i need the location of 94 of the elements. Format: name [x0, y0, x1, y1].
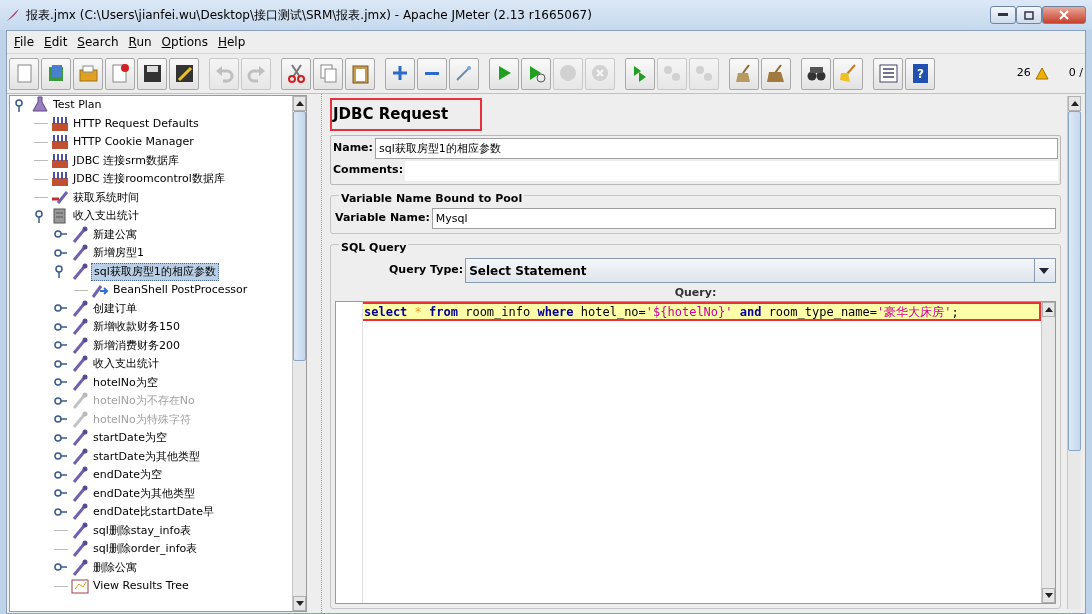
tree-item[interactable]: HTTP Request Defaults	[71, 115, 201, 132]
warning-count: 26	[1016, 65, 1031, 82]
tree-item[interactable]: endDate为空	[91, 467, 164, 484]
minimize-button[interactable]	[990, 6, 1016, 24]
menu-item[interactable]: Edit	[39, 33, 73, 51]
name-field[interactable]: sql获取房型1的相应参数	[374, 138, 1058, 159]
clipboard-icon	[349, 63, 371, 84]
floppy-disk-button[interactable]	[137, 57, 167, 90]
scissors-button[interactable]	[281, 57, 311, 90]
variable-name-field[interactable]: Mysql	[431, 207, 1056, 229]
folder-icon	[77, 63, 99, 84]
close-file-icon	[109, 63, 131, 84]
field-label: Query:	[673, 284, 718, 301]
tree-item[interactable]: 创建订单	[91, 300, 139, 317]
close-file-button[interactable]	[105, 57, 135, 90]
tree-item[interactable]: sql获取房型1的相应参数	[91, 262, 219, 281]
stop-icon	[589, 63, 611, 84]
thread-count: 0 /	[1068, 65, 1083, 82]
wand-button[interactable]	[449, 57, 479, 90]
broom-button[interactable]	[729, 57, 759, 90]
tree-item[interactable]: HTTP Cookie Manager	[71, 134, 196, 151]
play-button[interactable]	[489, 57, 519, 90]
query-type-dropdown[interactable]: Select Statement	[465, 258, 1056, 283]
tree-item[interactable]: BeanShell PostProcessor	[111, 282, 250, 299]
broom-icon	[765, 63, 787, 84]
close-button[interactable]	[1042, 6, 1086, 24]
list-icon	[877, 63, 899, 84]
tree-item[interactable]: 新增消费财务200	[91, 337, 182, 354]
tree-item[interactable]: Test Plan	[51, 97, 104, 114]
tree-item[interactable]: sql删除order_info表	[91, 541, 200, 558]
minimize-icon	[998, 13, 1008, 17]
window-title: 报表.jmx (C:\Users\jianfei.wu\Desktop\接口测试\SRM\报表.jmx) - Apache JMeter (2.13 r1665067)	[26, 7, 592, 24]
minus-button[interactable]	[417, 57, 447, 90]
tree-item[interactable]: 新增房型1	[91, 245, 146, 262]
pencil-button[interactable]	[169, 57, 199, 90]
plus-button[interactable]	[385, 57, 415, 90]
help-button[interactable]: ?	[905, 57, 935, 90]
minus-icon	[425, 72, 439, 75]
tree-item[interactable]: View Results Tree	[91, 578, 191, 595]
redo-arrow-icon	[245, 63, 267, 84]
scroll-up-icon[interactable]	[1044, 307, 1053, 312]
clipboard-button[interactable]	[345, 57, 375, 90]
field-label: Comments:	[333, 162, 404, 179]
maximize-icon	[1024, 10, 1034, 20]
broom-button[interactable]	[761, 57, 791, 90]
tree-item[interactable]: 新增收款财务150	[91, 319, 182, 336]
scissors-icon	[285, 63, 307, 84]
scroll-down-icon[interactable]	[1044, 593, 1053, 598]
warning-icon[interactable]	[1034, 67, 1049, 80]
tree-item[interactable]: JDBC 连接roomcontrol数据库	[71, 171, 227, 188]
play-button[interactable]	[625, 57, 655, 90]
tree-item[interactable]: 收入支出统计	[91, 356, 161, 373]
tree-item[interactable]: startDate为其他类型	[91, 448, 202, 465]
menu-item[interactable]: File	[9, 33, 40, 51]
field-label: Variable Name:	[335, 209, 430, 226]
book-button[interactable]	[41, 57, 71, 90]
play-button[interactable]	[521, 57, 551, 90]
tree-item[interactable]: 获取系统时间	[71, 189, 141, 206]
broom-icon	[837, 63, 859, 84]
tree-item[interactable]: sql删除stay_info表	[91, 522, 194, 539]
list-button[interactable]	[873, 57, 903, 90]
dropdown-arrow-icon	[1037, 266, 1050, 275]
panel-title: JDBC Request	[330, 98, 483, 131]
menu-item[interactable]: Options	[156, 33, 213, 51]
scroll-down-icon[interactable]	[295, 601, 304, 606]
scroll-up-icon[interactable]	[1070, 101, 1079, 106]
menu-item[interactable]: Search	[72, 33, 124, 51]
tree-item[interactable]: 收入支出统计	[71, 208, 141, 225]
tree-item[interactable]: 新建公寓	[91, 226, 139, 243]
dots-icon	[693, 63, 715, 84]
tree-item[interactable]: 删除公寓	[91, 559, 139, 576]
tree-item[interactable]: endDate为其他类型	[91, 485, 197, 502]
feather-icon	[6, 8, 20, 22]
tree-item[interactable]: endDate比startDate早	[91, 504, 216, 521]
field-label: Query Type:	[389, 262, 464, 279]
folder-button[interactable]	[73, 57, 103, 90]
maximize-button[interactable]	[1016, 6, 1042, 24]
copy-icon	[317, 63, 339, 84]
menu-item[interactable]: Help	[212, 33, 251, 51]
scrollbar[interactable]	[1067, 96, 1081, 609]
tree-item[interactable]: hotelNo为空	[91, 374, 160, 391]
tree-item[interactable]: JDBC 连接srm数据库	[71, 152, 182, 169]
pencil-icon	[173, 63, 195, 84]
scrollbar[interactable]	[1041, 302, 1055, 603]
tree-item[interactable]: startDate为空	[91, 430, 169, 447]
menu-item[interactable]: Run	[123, 33, 157, 51]
scrollbar[interactable]	[292, 96, 306, 611]
binoculars-button[interactable]	[801, 57, 831, 90]
dots-icon	[661, 63, 683, 84]
scroll-up-icon[interactable]	[295, 101, 304, 106]
stop-icon	[557, 63, 579, 84]
field-label: Name:	[333, 140, 373, 157]
close-icon	[1059, 10, 1069, 20]
comments-field[interactable]	[405, 160, 1058, 181]
